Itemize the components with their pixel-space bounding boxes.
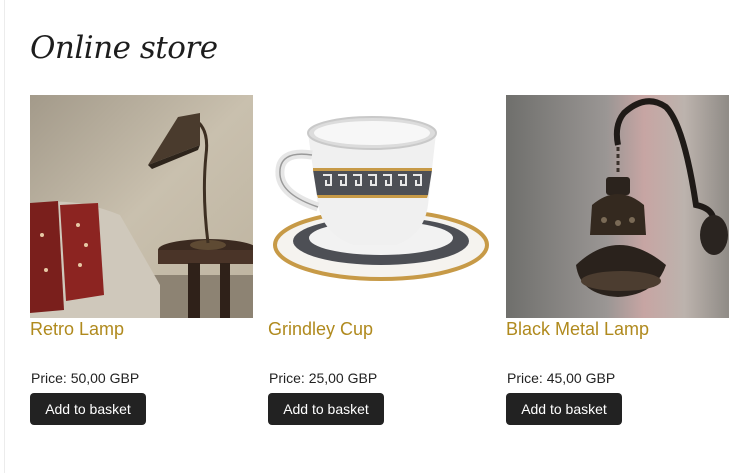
price-value: 50,00 GBP — [70, 370, 140, 386]
product-name-link[interactable]: Black Metal Lamp — [506, 319, 649, 340]
product-card-retro-lamp: Retro Lamp Price: 50,00 GBP Add to baske… — [30, 95, 253, 425]
add-to-basket-button[interactable]: Add to basket — [506, 393, 622, 425]
product-price: Price: 25,00 GBP — [269, 370, 377, 386]
product-card-black-metal-lamp: Black Metal Lamp Price: 45,00 GBP Add to… — [506, 95, 729, 425]
retro-lamp-photo — [30, 95, 253, 318]
price-label: Price: — [31, 370, 67, 386]
price-label: Price: — [507, 370, 543, 386]
product-image-grindley-cup[interactable] — [268, 95, 491, 318]
page-title: Online store — [30, 30, 218, 66]
price-label: Price: — [269, 370, 305, 386]
product-image-black-metal-lamp[interactable] — [506, 95, 729, 318]
product-name-link[interactable]: Grindley Cup — [268, 319, 373, 340]
add-to-basket-button[interactable]: Add to basket — [30, 393, 146, 425]
product-price: Price: 45,00 GBP — [507, 370, 615, 386]
product-name-link[interactable]: Retro Lamp — [30, 319, 124, 340]
cup-photo — [268, 95, 491, 318]
black-metal-lamp-photo — [506, 95, 729, 318]
price-value: 45,00 GBP — [546, 370, 616, 386]
product-card-grindley-cup: Grindley Cup Price: 25,00 GBP Add to bas… — [268, 95, 491, 425]
product-image-retro-lamp[interactable] — [30, 95, 253, 318]
add-to-basket-button[interactable]: Add to basket — [268, 393, 384, 425]
product-price: Price: 50,00 GBP — [31, 370, 139, 386]
price-value: 25,00 GBP — [308, 370, 378, 386]
page-left-border — [4, 0, 5, 473]
